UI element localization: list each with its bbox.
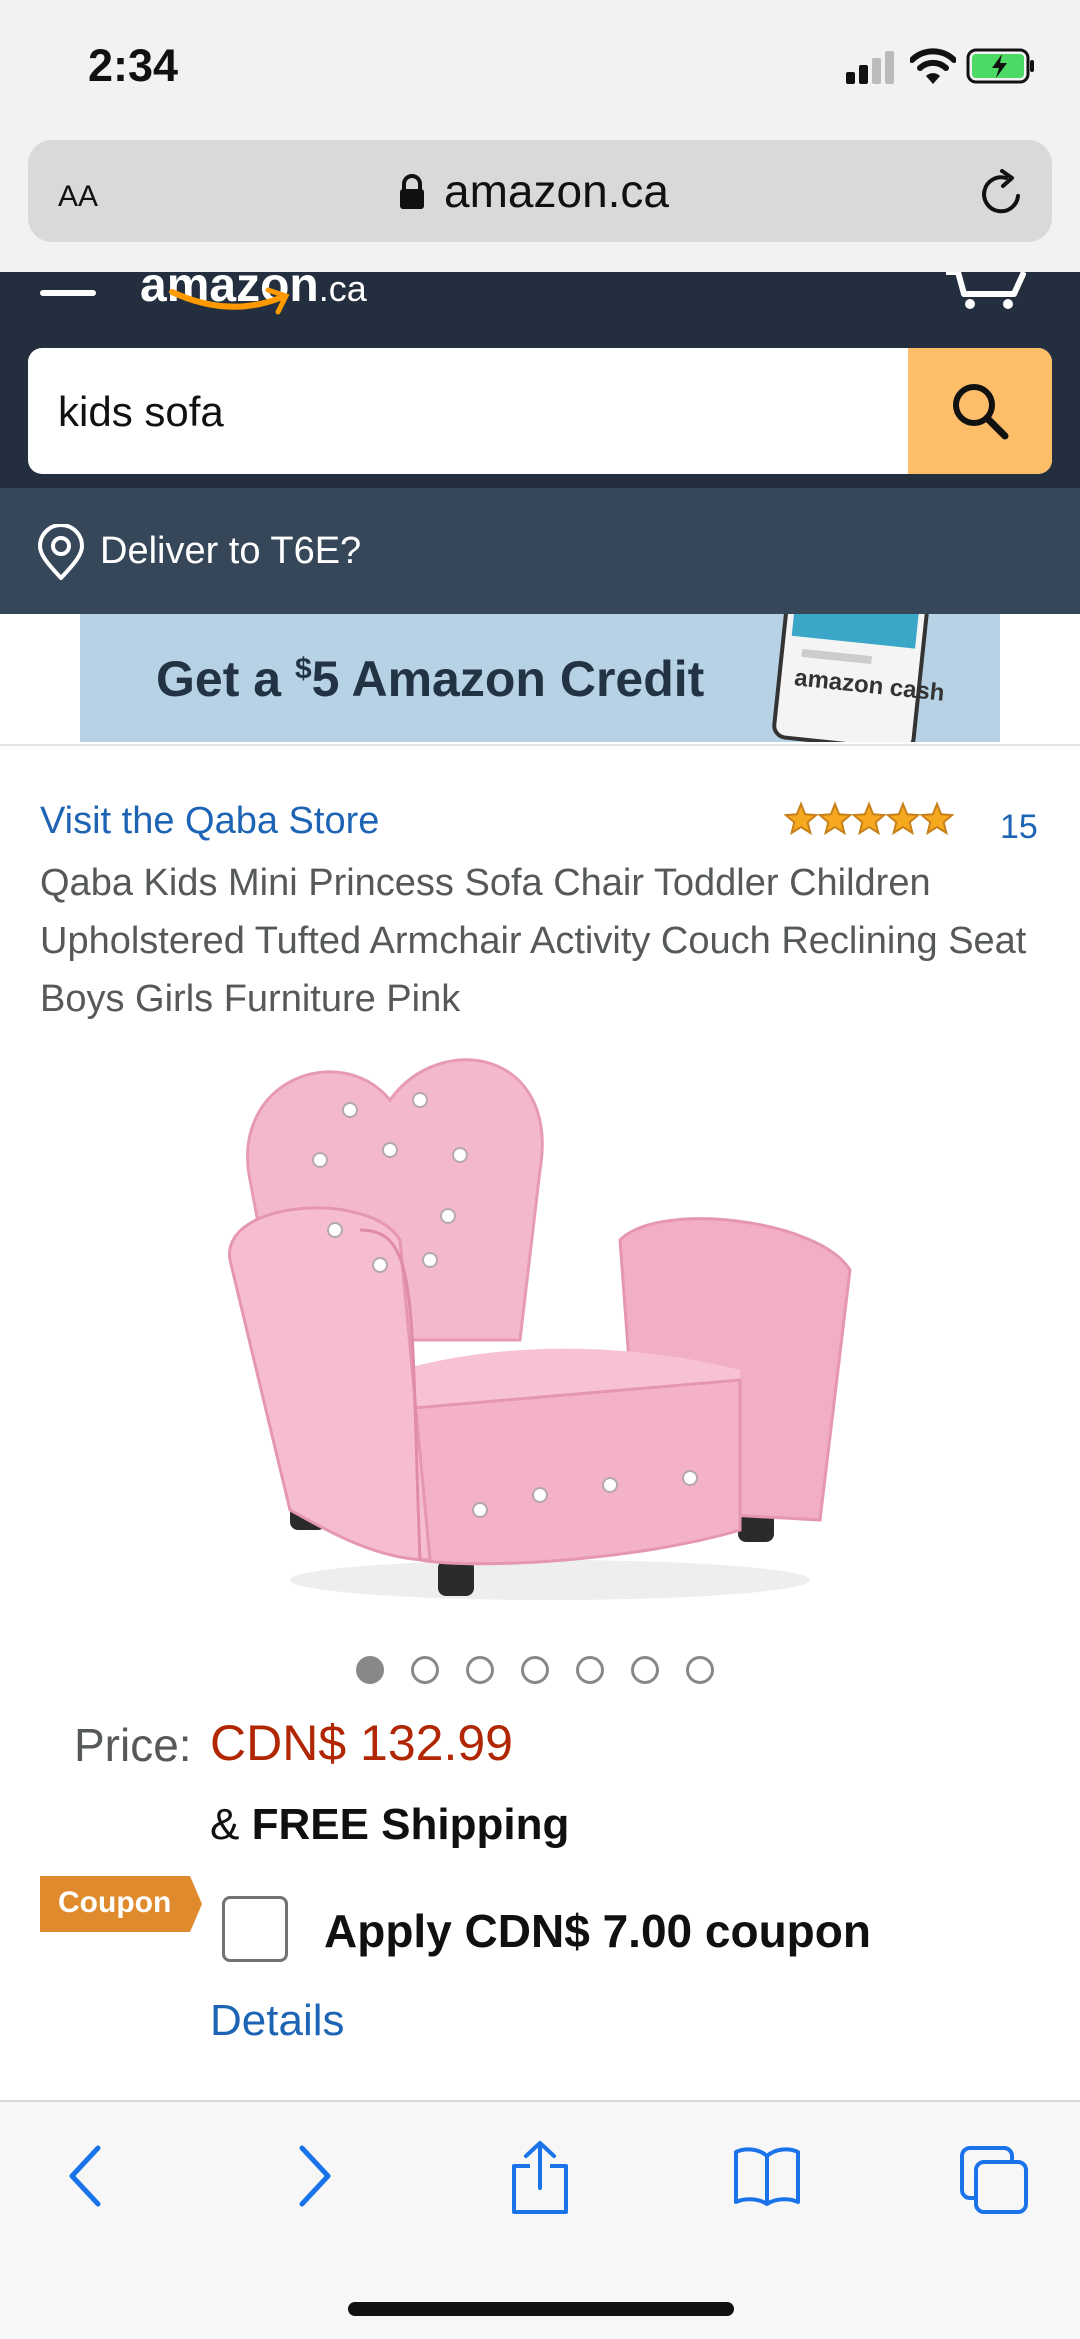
browser-address-area: AA amazon.ca (0, 130, 1080, 272)
forward-icon[interactable] (294, 2144, 334, 2208)
price-value: CDN$ 132.99 (210, 1715, 513, 1771)
coupon-tag-label: Coupon (58, 1886, 172, 1919)
banner-text: Get a $5 Amazon Credit (156, 650, 704, 708)
apply-coupon-label[interactable]: Apply CDN$ 7.00 coupon (324, 1904, 871, 1958)
deliver-to-text: Deliver to T6E? (100, 530, 362, 572)
rating-stars-icon[interactable] (784, 800, 954, 840)
promo-banner[interactable]: Get a $5 Amazon Credit amazon cash (80, 614, 1000, 742)
banner-text-rest: 5 Amazon Credit (311, 651, 705, 707)
product-image[interactable] (220, 1040, 860, 1620)
text-size-label: AA (58, 180, 99, 213)
browser-toolbar (0, 2100, 1080, 2339)
phone-illustration: amazon cash (770, 614, 960, 742)
search-bar: kids sofa (28, 348, 1052, 474)
carousel-dot[interactable] (356, 1656, 384, 1684)
rating-count[interactable]: 15 (1000, 808, 1038, 847)
shipping-prefix: & (210, 1800, 252, 1849)
search-button[interactable] (908, 348, 1052, 474)
price-label: Price: (74, 1719, 192, 1771)
location-pin-icon (37, 524, 85, 580)
rating-star (919, 801, 954, 836)
carousel-dot[interactable] (411, 1656, 439, 1684)
carousel-dot[interactable] (576, 1656, 604, 1684)
free-shipping-label: FREE Shipping (251, 1800, 570, 1849)
reload-icon[interactable] (976, 168, 1028, 220)
search-icon (953, 384, 1009, 440)
wifi-icon (910, 48, 956, 84)
shipping-info: & FREE Shipping (210, 1800, 569, 1850)
back-icon[interactable] (66, 2144, 106, 2208)
menu-icon[interactable] (40, 272, 96, 298)
status-time: 2:34 (88, 40, 179, 91)
status-bar: 2:34 (0, 0, 1080, 130)
rating-star (817, 801, 853, 836)
rating-star (885, 801, 921, 836)
carousel-dot[interactable] (521, 1656, 549, 1684)
carousel-dot[interactable] (466, 1656, 494, 1684)
deliver-to-bar[interactable]: Deliver to T6E? (0, 488, 1080, 614)
carousel-dot[interactable] (686, 1656, 714, 1684)
lock-icon (400, 174, 424, 209)
share-icon[interactable] (508, 2140, 572, 2216)
rating-star (851, 801, 887, 836)
url-domain: amazon.ca (444, 165, 670, 217)
carousel-dot[interactable] (631, 1656, 659, 1684)
address-bar[interactable]: AA amazon.ca (28, 140, 1052, 242)
coupon-details-link[interactable]: Details (210, 1996, 345, 2046)
bookmarks-icon[interactable] (732, 2144, 802, 2208)
signal-icon (846, 50, 896, 84)
amazon-smile-icon (169, 287, 290, 315)
amazon-header: amazon.ca kids sofa (0, 259, 1080, 488)
search-input[interactable]: kids sofa (58, 388, 224, 436)
store-link[interactable]: Visit the Qaba Store (40, 800, 379, 843)
battery-icon (966, 48, 1034, 84)
rating-star (784, 801, 819, 836)
image-carousel-dots[interactable] (356, 1656, 736, 1686)
cart-icon[interactable] (944, 272, 1026, 310)
banner-text-prefix: Get a (156, 651, 295, 707)
banner-text-super: $ (294, 652, 312, 686)
text-size-button[interactable]: AA (58, 168, 98, 216)
divider (0, 744, 1080, 746)
logo-suffix: .ca (318, 268, 367, 309)
coupon-checkbox[interactable] (222, 1896, 288, 1962)
tabs-icon[interactable] (958, 2144, 1030, 2216)
home-indicator[interactable] (348, 2302, 734, 2316)
product-title: Qaba Kids Mini Princess Sofa Chair Toddl… (40, 862, 1027, 1020)
